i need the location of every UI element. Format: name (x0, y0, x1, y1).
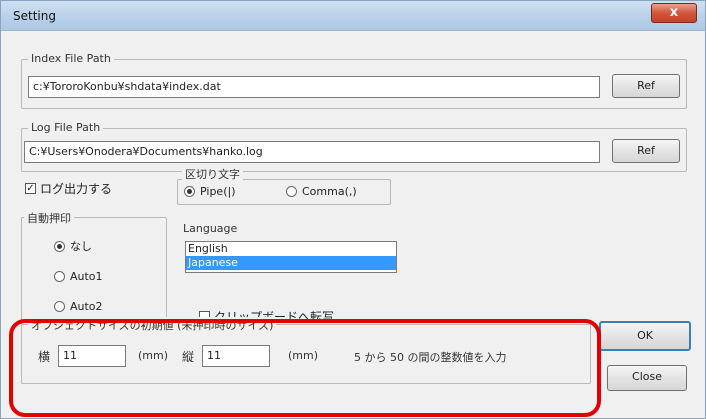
log-file-path-label: Log File Path (28, 121, 104, 134)
auto-stamp-group: 自動押印 なし Auto1 Auto2 (21, 210, 167, 333)
radio-unselected-icon (54, 301, 65, 312)
index-file-path-group: Index File Path c:¥TororoKonbu¥shdata¥in… (21, 52, 687, 109)
auto-stamp-auto2-label: Auto2 (70, 300, 103, 313)
delimiter-group: 区切り文字 Pipe(|) Comma(,) (177, 166, 391, 205)
language-listbox[interactable]: English Japanese (185, 241, 397, 273)
log-file-path-input[interactable]: C:¥Users¥Onodera¥Documents¥hanko.log (24, 141, 600, 163)
delimiter-pipe-label: Pipe(|) (200, 185, 236, 198)
auto-stamp-none-radio[interactable]: なし (54, 238, 92, 254)
language-option-english[interactable]: English (186, 242, 396, 256)
index-ref-button[interactable]: Ref (612, 74, 680, 98)
ok-button[interactable]: OK (599, 321, 691, 351)
index-file-path-input[interactable]: c:¥TororoKonbu¥shdata¥index.dat (28, 76, 600, 98)
close-window-button[interactable]: x (651, 3, 697, 23)
radio-selected-icon (54, 240, 65, 252)
language-label: Language (183, 222, 238, 235)
log-file-path-group: Log File Path C:¥Users¥Onodera¥Documents… (21, 121, 687, 172)
delimiter-pipe-radio[interactable]: Pipe(|) (184, 185, 236, 198)
checkbox-checked-icon: ✓ (25, 183, 36, 194)
window-title: Setting (13, 9, 56, 23)
delimiter-label: 区切り文字 (182, 166, 243, 182)
close-button[interactable]: Close (607, 365, 687, 391)
log-output-label: ログ出力する (40, 182, 113, 196)
delimiter-comma-label: Comma(,) (302, 185, 357, 198)
radio-unselected-icon (286, 186, 297, 197)
radio-unselected-icon (54, 271, 65, 282)
auto-stamp-none-label: なし (70, 240, 92, 253)
auto-stamp-auto1-label: Auto1 (70, 270, 103, 283)
index-file-path-label: Index File Path (28, 52, 114, 65)
auto-stamp-label: 自動押印 (24, 210, 74, 226)
language-option-japanese[interactable]: Japanese (186, 256, 396, 270)
log-output-checkbox[interactable]: ✓ ログ出力する (25, 180, 112, 197)
auto-stamp-auto2-radio[interactable]: Auto2 (54, 300, 103, 313)
red-highlight-annotation (9, 319, 601, 417)
delimiter-comma-radio[interactable]: Comma(,) (286, 185, 357, 198)
setting-dialog: Setting x Index File Path c:¥TororoKonbu… (0, 0, 706, 419)
auto-stamp-auto1-radio[interactable]: Auto1 (54, 270, 103, 283)
log-ref-button[interactable]: Ref (612, 139, 680, 163)
radio-selected-icon (184, 186, 195, 197)
title-bar[interactable]: Setting x (1, 1, 705, 31)
close-icon: x (669, 5, 679, 20)
